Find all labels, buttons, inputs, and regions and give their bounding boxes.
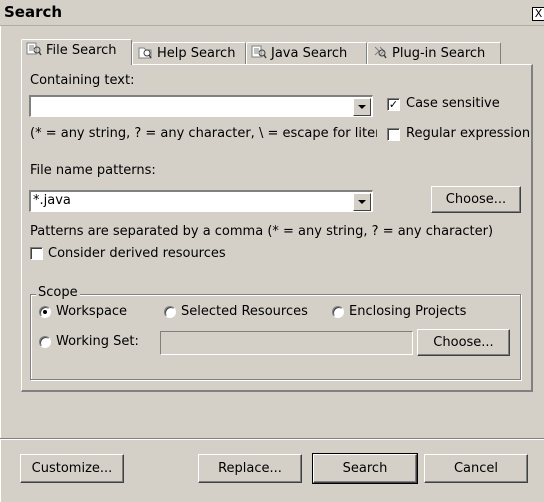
tab-help-search[interactable]: Help Search bbox=[132, 42, 246, 64]
case-sensitive-checkbox[interactable]: ✓ bbox=[387, 98, 400, 111]
regular-expression-checkbox[interactable] bbox=[387, 128, 400, 141]
choose-patterns-button[interactable]: Choose... bbox=[431, 186, 521, 213]
title-bar[interactable] bbox=[0, 0, 544, 26]
workspace-radio[interactable] bbox=[39, 306, 51, 318]
customize-button[interactable]: Customize... bbox=[20, 454, 124, 483]
java-search-icon bbox=[251, 45, 267, 59]
tab-label: Help Search bbox=[157, 46, 236, 61]
file-search-icon bbox=[26, 42, 42, 56]
working-set-field bbox=[160, 331, 413, 355]
workspace-label: Workspace bbox=[56, 304, 128, 319]
search-button[interactable]: Search bbox=[312, 453, 418, 484]
file-name-patterns-value: *.java bbox=[33, 193, 71, 208]
file-name-patterns-combo[interactable]: *.java bbox=[29, 190, 373, 212]
plugin-search-icon bbox=[372, 45, 388, 59]
case-sensitive-label: Case sensitive bbox=[406, 96, 500, 111]
derived-resources-label: Consider derived resources bbox=[48, 246, 226, 261]
tab-plugin-search[interactable]: Plug-in Search bbox=[367, 42, 501, 64]
tab-file-search[interactable]: File Search bbox=[21, 39, 132, 65]
window-title: Search bbox=[4, 3, 63, 21]
working-set-radio[interactable] bbox=[39, 336, 51, 348]
file-name-patterns-label: File name patterns: bbox=[30, 163, 156, 178]
cancel-button[interactable]: Cancel bbox=[424, 454, 528, 483]
tab-label: File Search bbox=[46, 43, 117, 58]
replace-button[interactable]: Replace... bbox=[198, 454, 302, 483]
footer-separator bbox=[0, 438, 544, 440]
chevron-down-icon[interactable] bbox=[353, 193, 371, 211]
scope-title: Scope bbox=[36, 285, 80, 300]
patterns-hint: Patterns are separated by a comma (* = a… bbox=[30, 224, 494, 239]
chevron-down-icon[interactable] bbox=[353, 98, 371, 116]
selected-resources-radio[interactable] bbox=[164, 306, 176, 318]
derived-resources-checkbox[interactable] bbox=[30, 247, 43, 260]
tab-label: Plug-in Search bbox=[392, 46, 486, 61]
help-search-icon bbox=[137, 45, 153, 59]
choose-working-set-button[interactable]: Choose... bbox=[417, 329, 510, 356]
working-set-label: Working Set: bbox=[56, 334, 139, 349]
containing-text-hint: (* = any string, ? = any character, \ = … bbox=[30, 126, 377, 141]
tab-java-search[interactable]: Java Search bbox=[246, 42, 367, 64]
containing-text-label: Containing text: bbox=[30, 73, 135, 88]
selected-resources-label: Selected Resources bbox=[181, 304, 308, 319]
regular-expression-label: Regular expression bbox=[406, 126, 531, 141]
containing-text-combo[interactable] bbox=[29, 95, 373, 117]
close-icon[interactable]: X bbox=[532, 7, 544, 21]
enclosing-projects-label: Enclosing Projects bbox=[349, 304, 467, 319]
tab-label: Java Search bbox=[271, 46, 348, 61]
enclosing-projects-radio[interactable] bbox=[332, 306, 344, 318]
